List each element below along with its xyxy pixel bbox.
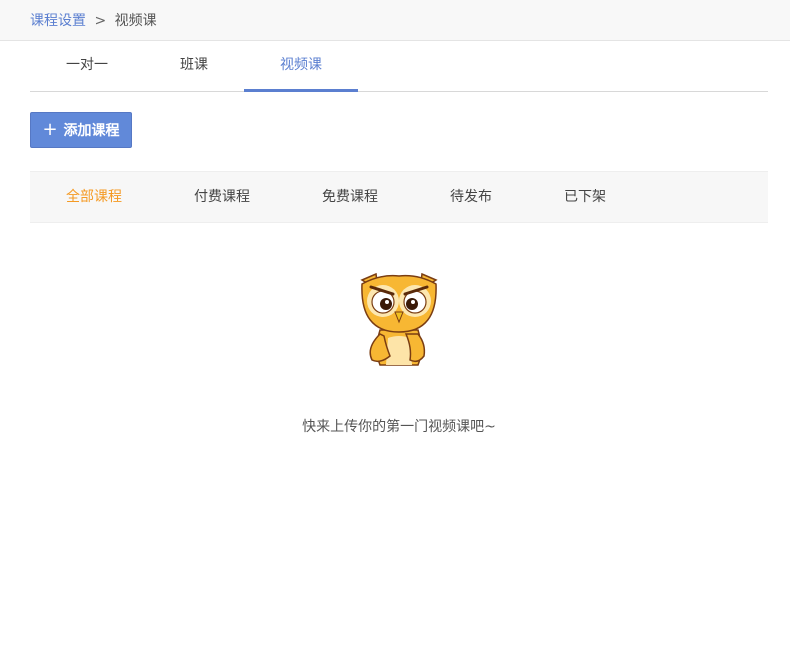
add-course-button[interactable]: + 添加课程 [30, 112, 132, 148]
owl-left-pupil [380, 298, 392, 310]
filter-free-courses[interactable]: 免费课程 [322, 172, 378, 222]
filter-all-courses[interactable]: 全部课程 [66, 172, 122, 222]
course-filter-bar: 全部课程 付费课程 免费课程 待发布 已下架 [30, 171, 768, 223]
top-bar: 课程设置 > 视频课 [0, 0, 790, 41]
tab-one-on-one[interactable]: 一对一 [30, 41, 144, 91]
breadcrumb: 课程设置 > 视频课 [30, 11, 157, 31]
add-course-label: 添加课程 [63, 123, 120, 139]
empty-state-message: 快来上传你的第一门视频课吧~ [302, 419, 496, 435]
owl-illustration [360, 272, 438, 366]
tab-video-course[interactable]: 视频课 [244, 41, 358, 92]
tab-class[interactable]: 班课 [137, 41, 251, 91]
plus-icon: + [42, 119, 58, 140]
breadcrumb-separator: > [94, 13, 107, 29]
filter-unlisted[interactable]: 已下架 [564, 172, 606, 222]
course-type-tabs: 一对一 班课 视频课 [30, 41, 768, 92]
filter-pending-publish[interactable]: 待发布 [450, 172, 492, 222]
breadcrumb-current: 视频课 [114, 13, 157, 29]
owl-right-pupil [406, 298, 418, 310]
filter-paid-courses[interactable]: 付费课程 [194, 172, 250, 222]
breadcrumb-course-settings[interactable]: 课程设置 [30, 13, 86, 29]
